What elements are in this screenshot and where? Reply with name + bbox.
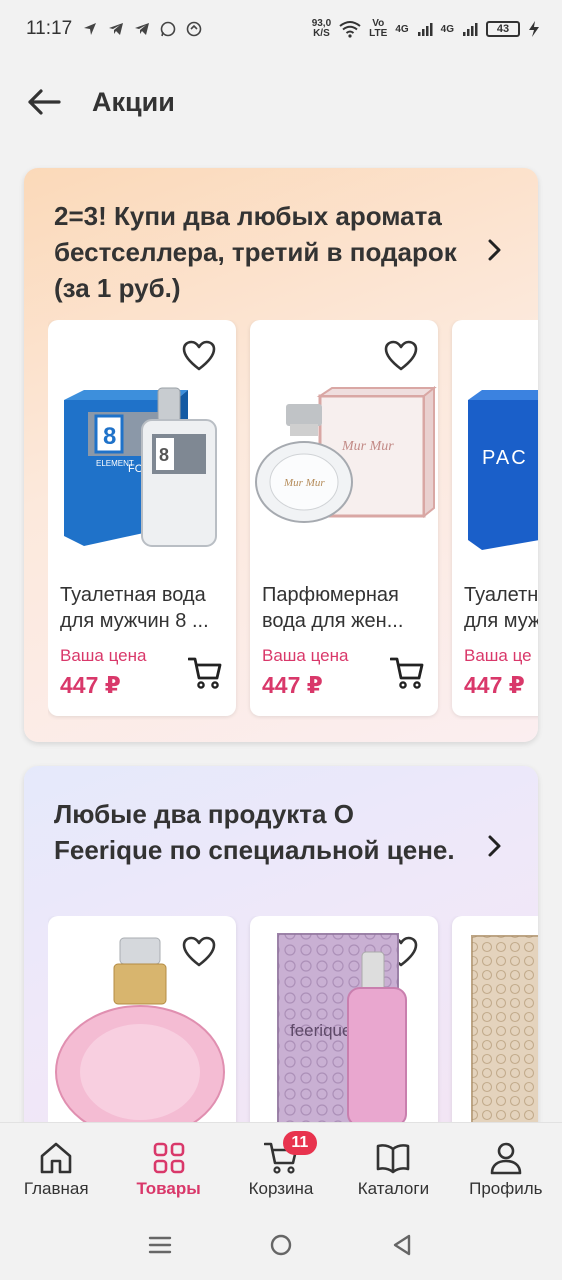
add-to-cart-icon[interactable] <box>188 656 222 690</box>
volte-bottom: LTE <box>369 28 388 39</box>
product-image[interactable]: Mur Mur Mur Mur <box>250 386 438 566</box>
product-image[interactable]: PAC <box>452 386 538 566</box>
system-back-button[interactable] <box>388 1231 416 1259</box>
system-navigation-bar <box>0 1210 562 1280</box>
product-name-line1: Парфюмерная <box>262 584 399 606</box>
product-name-line2: для муж <box>464 610 538 632</box>
nav-label: Главная <box>23 1179 89 1198</box>
product-card[interactable] <box>48 916 236 1122</box>
menu-icon <box>149 1236 172 1254</box>
price-label: Ваша цена <box>60 646 147 665</box>
status-time: 11:17 <box>26 18 73 39</box>
nav-item-home[interactable]: Главная <box>0 1123 112 1210</box>
product-image[interactable]: feerique <box>250 926 438 1122</box>
product-name-line2: вода для жен... <box>262 610 404 632</box>
product-card[interactable]: feerique <box>250 916 438 1122</box>
signal-icon <box>417 23 433 36</box>
volte-indicator: Vo LTE <box>369 19 387 39</box>
net-speed-unit: K/S <box>313 28 330 39</box>
promo-card[interactable]: Любые два продукта O Feerique по специал… <box>24 766 538 1122</box>
telegram-icon <box>109 23 124 35</box>
heart-icon[interactable] <box>384 340 418 372</box>
box-label: Mur Mur <box>341 439 394 454</box>
promo-title: Любые два продукта O Feerique по специал… <box>54 799 455 865</box>
product-price: 447 ₽ <box>60 672 121 698</box>
box-label: PAC <box>482 447 528 469</box>
recent-apps-button[interactable] <box>146 1231 174 1259</box>
promo-card[interactable]: 2=3! Купи два любых аромата бестселлера,… <box>24 168 538 742</box>
battery-indicator: 43 <box>486 21 520 37</box>
bottom-navigation: Главная Товары 11 Корзина Каталоги Профи… <box>0 1122 562 1210</box>
promotions-list[interactable]: 2=3! Купи два любых аромата бестселлера,… <box>0 146 562 1122</box>
back-button[interactable] <box>26 84 62 120</box>
product-carousel[interactable]: 8 ELEMENT FOR MEN 8 Туалетная вода для м… <box>48 320 538 720</box>
cart-count-badge: 11 <box>282 1131 317 1155</box>
nav-label: Каталоги <box>357 1179 430 1198</box>
page-title: Акции <box>92 86 175 117</box>
add-to-cart-icon[interactable] <box>390 656 424 690</box>
product-image[interactable] <box>452 926 538 1122</box>
product-card[interactable]: PAC Туалетная для муж Ваша це 447 ₽ <box>452 320 538 716</box>
chevron-right-icon[interactable] <box>482 834 506 858</box>
app-bar: Акции <box>0 58 562 146</box>
grid-icon <box>153 1142 184 1174</box>
arrow-left-icon <box>28 89 61 115</box>
charging-icon <box>529 21 539 37</box>
product-card[interactable]: 8 ELEMENT FOR MEN 8 Туалетная вода для м… <box>48 320 236 716</box>
product-image[interactable]: 8 ELEMENT FOR MEN 8 <box>48 386 236 566</box>
circle-icon <box>270 1234 292 1256</box>
nav-item-products[interactable]: Товары <box>112 1123 224 1210</box>
svg-text:Mur Mur: Mur Mur <box>283 477 325 489</box>
product-name-line1: Туалетная <box>464 584 538 606</box>
nav-item-catalogs[interactable]: Каталоги <box>337 1123 449 1210</box>
product-price: 447 ₽ <box>464 672 525 698</box>
navigation-arrow-icon <box>84 23 97 35</box>
nav-item-cart[interactable]: 11 Корзина <box>225 1123 337 1210</box>
promo-title: 2=3! Купи два любых аромата бестселлера,… <box>54 201 457 303</box>
price-label: Ваша це <box>464 646 532 665</box>
box-label: feerique <box>290 1021 351 1040</box>
triangle-back-icon <box>393 1234 410 1256</box>
home-button[interactable] <box>267 1231 295 1259</box>
sync-icon <box>186 21 202 37</box>
chevron-right-icon[interactable] <box>482 238 506 262</box>
nav-item-profile[interactable]: Профиль <box>450 1123 562 1210</box>
svg-text:8: 8 <box>159 445 169 465</box>
telegram-icon <box>135 23 150 35</box>
product-price: 447 ₽ <box>262 672 323 698</box>
signal-icon <box>463 23 478 36</box>
box-brand: 8 <box>103 423 116 450</box>
product-card[interactable]: Mur Mur Mur Mur Парфюмерная вода для жен… <box>250 320 438 716</box>
net-speed: 93,0 K/S <box>312 19 331 39</box>
product-carousel[interactable]: feerique <box>48 916 538 1122</box>
nav-label: Профиль <box>469 1179 543 1198</box>
price-label: Ваша цена <box>262 646 349 665</box>
product-name-line2: для мужчин 8 ... <box>60 610 209 632</box>
network-type-1: 4G <box>395 23 409 35</box>
book-icon <box>377 1144 410 1174</box>
product-name-line1: Туалетная вода <box>60 584 206 606</box>
nav-label: Товары <box>136 1179 201 1198</box>
profile-icon <box>490 1142 522 1175</box>
product-name: Парфюмерная вода для жен... <box>262 582 428 634</box>
network-type-2: 4G <box>440 23 454 35</box>
product-card[interactable] <box>452 916 538 1122</box>
wifi-icon <box>339 21 361 38</box>
home-icon <box>40 1142 72 1174</box>
product-name: Туалетная вода для мужчин 8 ... <box>60 582 226 634</box>
product-name: Туалетная для муж <box>464 582 538 634</box>
product-image[interactable] <box>48 936 236 1122</box>
heart-icon[interactable] <box>182 340 216 372</box>
status-bar: 11:17 93,0 K/S Vo LTE 4G 4G 43 <box>0 0 562 58</box>
nav-label: Корзина <box>248 1179 314 1198</box>
battery-level: 43 <box>496 23 510 35</box>
whatsapp-icon <box>160 21 176 37</box>
